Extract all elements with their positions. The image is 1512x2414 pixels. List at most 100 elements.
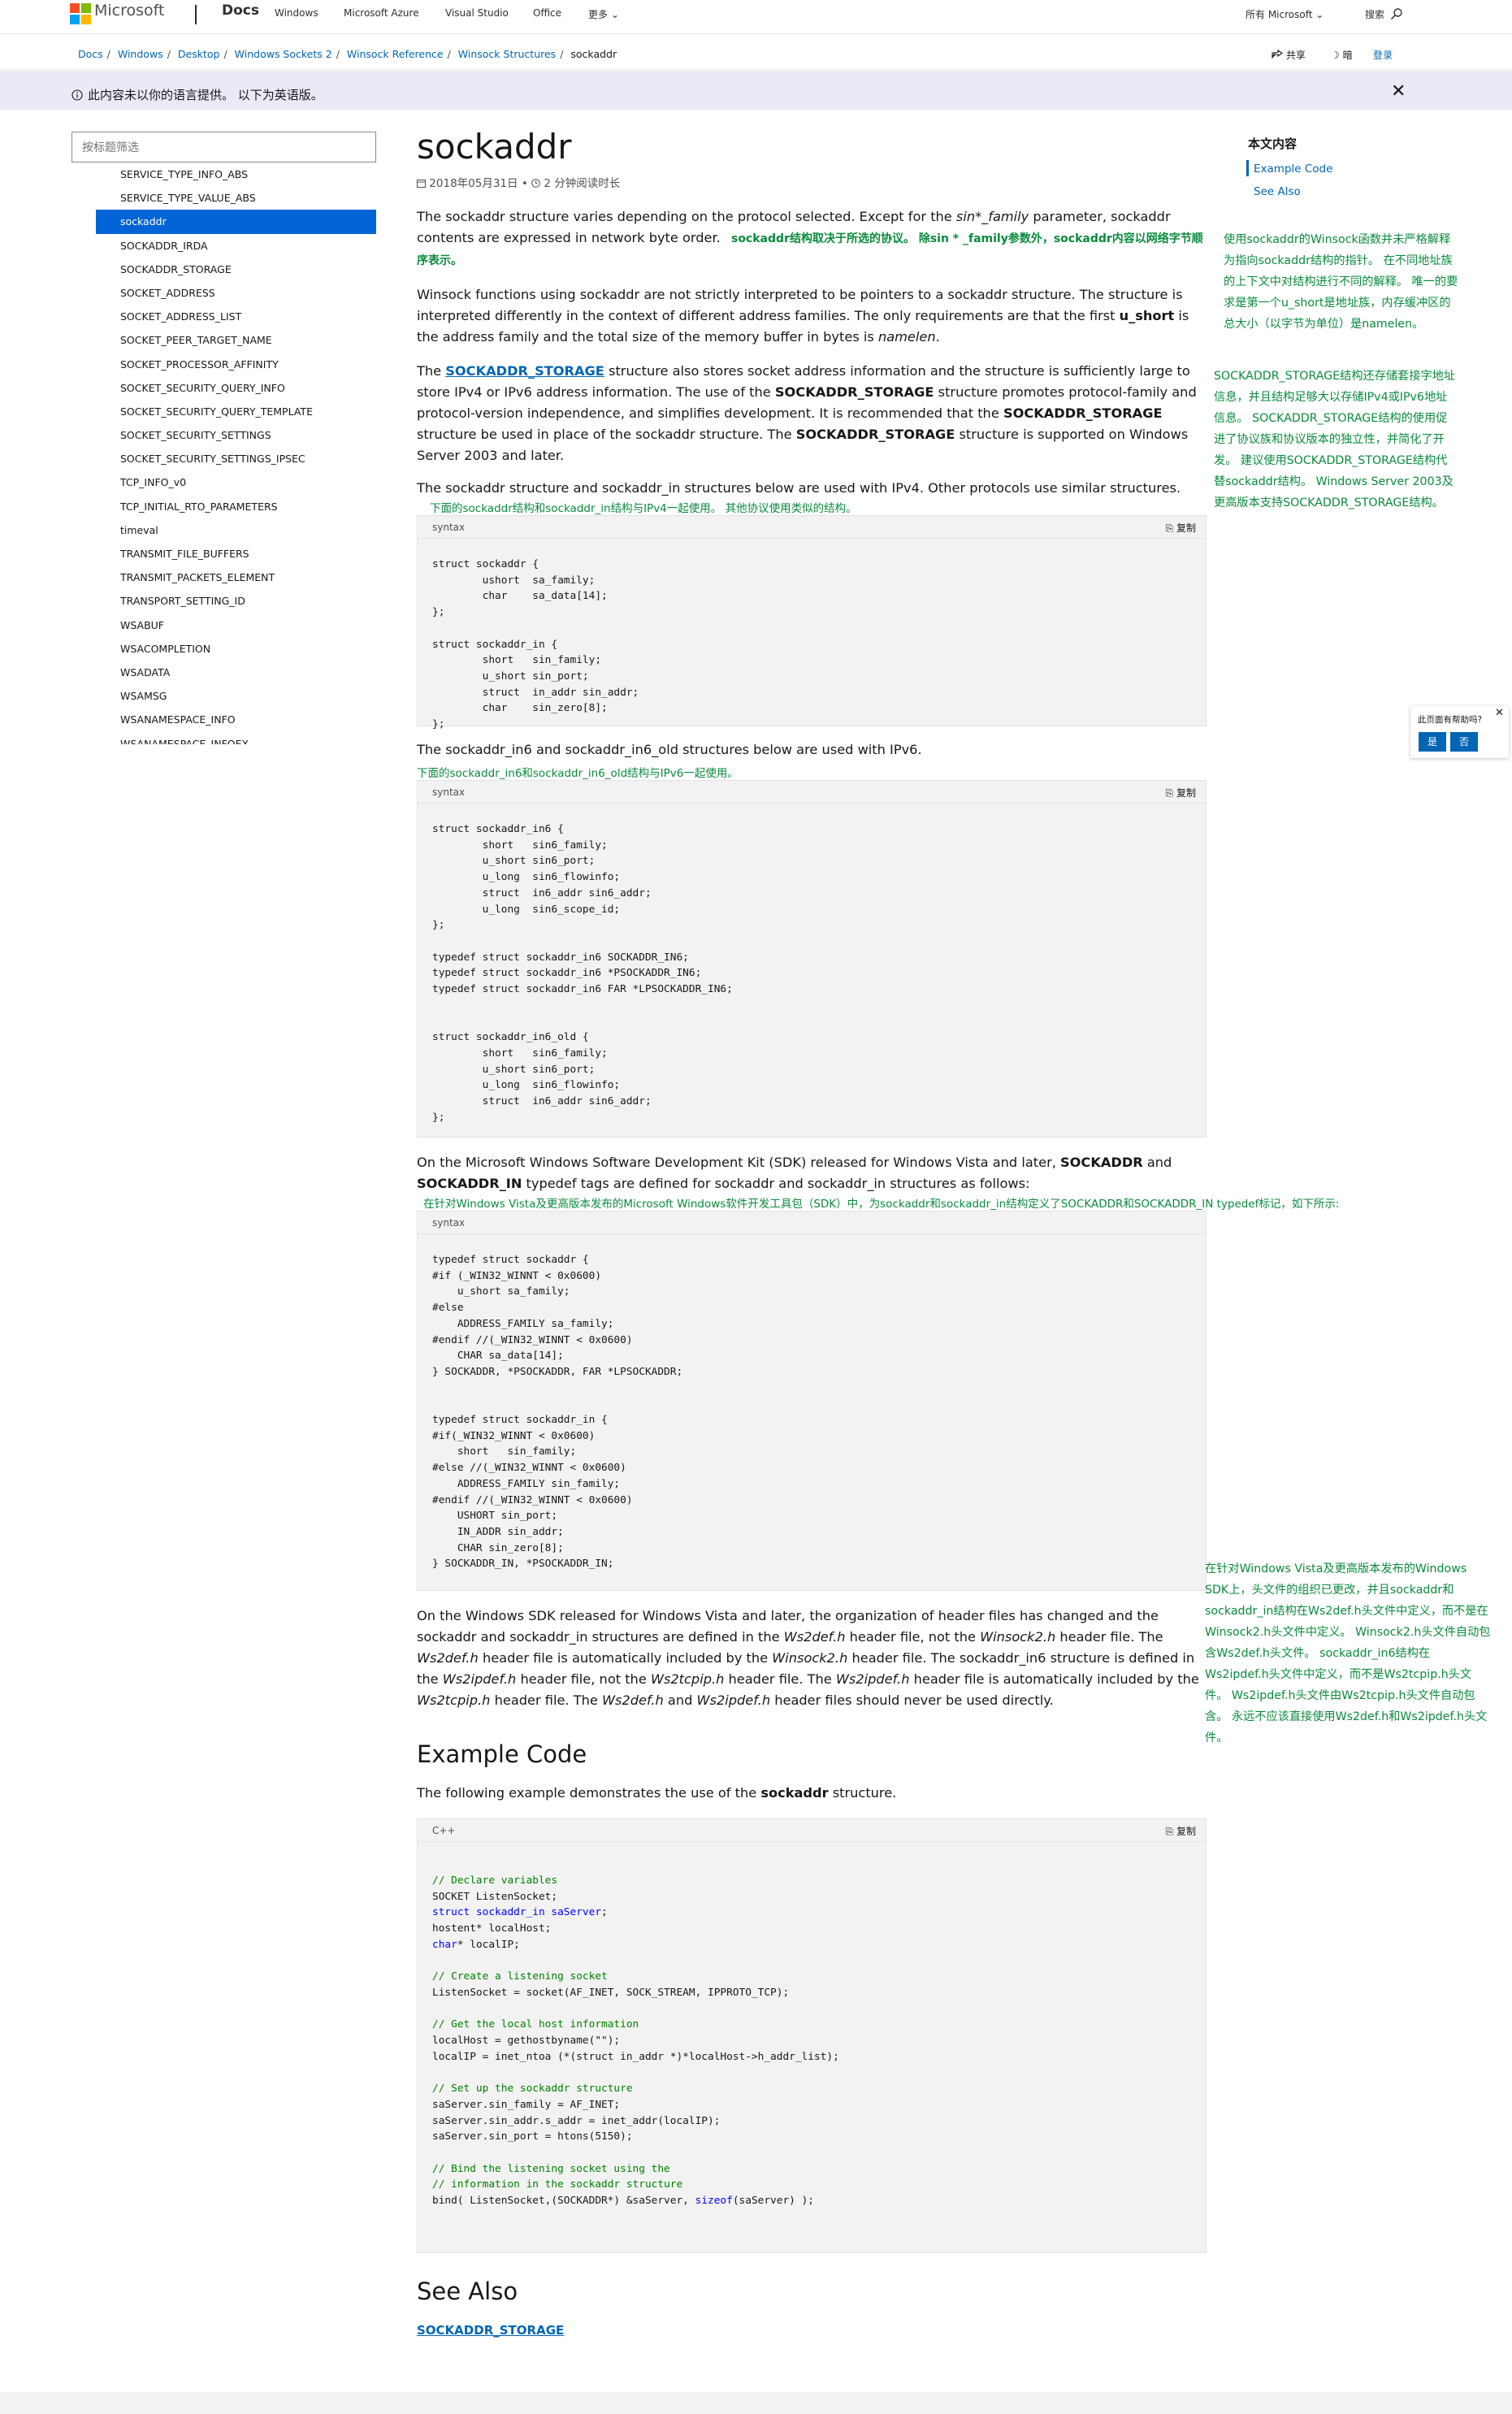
code-token: bind( ListenSocket,(SOCKADDR*) &saServer… — [432, 2195, 695, 2208]
search-button[interactable]: 搜索 — [1365, 7, 1403, 21]
breadcrumb-winsock-reference[interactable]: Winsock Reference — [347, 48, 444, 60]
paragraph-7: On the Windows SDK released for Windows … — [417, 1606, 1207, 1711]
nav-office[interactable]: Office — [533, 7, 561, 19]
code-content: struct sockaddr { ushort sa_family; char… — [432, 558, 639, 731]
toc-item[interactable]: SOCKET_ADDRESS — [96, 281, 376, 305]
toc-item[interactable]: WSADATA — [96, 661, 376, 684]
p5-translation: 下面的sockaddr_in6和sockaddr_in6_old结构与IPv6一… — [417, 767, 739, 780]
feedback-yes-button[interactable]: 是 — [1419, 732, 1446, 752]
toc-item[interactable]: SOCKET_PROCESSOR_AFFINITY — [96, 353, 376, 376]
copy-button[interactable]: ⎘ 复制 — [1166, 521, 1196, 535]
code-token: SOCKET ListenSocket; — [432, 1890, 558, 1903]
code-header: syntax ⎘ 复制 — [418, 781, 1206, 804]
code-token: saServer.sin_addr.s_addr = inet_addr(loc… — [432, 2114, 721, 2127]
toc-item[interactable]: SOCKET_SECURITY_QUERY_TEMPLATE — [96, 400, 376, 423]
code-token: (saServer) ); — [732, 2195, 814, 2208]
copy-button[interactable]: ⎘ 复制 — [1166, 1824, 1196, 1838]
toc-item[interactable]: TRANSMIT_PACKETS_ELEMENT — [96, 566, 376, 589]
clock-icon — [531, 179, 540, 188]
feedback-close-icon[interactable]: ✕ — [1495, 707, 1504, 719]
read-time: 2 分钟阅读时长 — [544, 177, 621, 190]
p6-bold-2: SOCKADDR_IN — [417, 1176, 522, 1191]
breadcrumb-windows[interactable]: Windows — [118, 48, 163, 60]
toc-item[interactable]: timeval — [96, 518, 376, 542]
code-token: saServer.sin_port = htons(5150); — [432, 2130, 633, 2143]
code-block-4: C++ ⎘ 复制 // Declare variables SOCKET Lis… — [417, 1818, 1207, 2253]
p6-text-2: typedef tags are defined for sockaddr an… — [522, 1176, 1030, 1191]
toc-item[interactable]: SOCKET_SECURITY_SETTINGS_IPSEC — [96, 447, 376, 470]
theme-toggle[interactable]: ☽ 暗 — [1331, 48, 1353, 62]
toc-item[interactable]: SOCKET_SECURITY_QUERY_INFO — [96, 376, 376, 400]
copy-label: 复制 — [1176, 1826, 1196, 1837]
feedback-no-button[interactable]: 否 — [1450, 732, 1478, 752]
toc-item[interactable]: SOCKADDR_IRDA — [96, 234, 376, 258]
p2-text: Winsock functions using sockaddr are not… — [417, 287, 1183, 323]
toc-item[interactable]: WSACOMPLETION — [96, 637, 376, 661]
brand-name[interactable]: Microsoft — [94, 2, 164, 20]
toc-item[interactable]: TRANSPORT_SETTING_ID — [96, 589, 376, 613]
rail-link-see-also[interactable]: See Also — [1254, 185, 1301, 198]
code-language: syntax — [432, 787, 466, 798]
code-language: C++ — [432, 1825, 456, 1836]
toc-item[interactable]: SOCKADDR_STORAGE — [96, 258, 376, 281]
code-token: // information in the sockaddr structure — [432, 2178, 683, 2191]
header-divider — [195, 5, 197, 24]
p6-translation: 在针对Windows Vista及更高版本发布的Microsoft Window… — [423, 1198, 1340, 1211]
sign-in-link[interactable]: 登录 — [1373, 48, 1393, 62]
breadcrumb-desktop[interactable]: Desktop — [178, 48, 220, 60]
side-translation-2: SOCKADDR_STORAGE结构还存储套接字地址信息，并且结构足够大以存储I… — [1214, 370, 1456, 509]
toc-item[interactable]: SERVICE_TYPE_INFO_ABS — [96, 163, 376, 186]
sockaddr-storage-link[interactable]: SOCKADDR_STORAGE — [445, 363, 604, 379]
toc-item[interactable]: WSABUF — [96, 613, 376, 637]
close-icon[interactable]: ✕ — [1391, 81, 1406, 102]
p1-param: sin*_family — [955, 209, 1029, 224]
see-also-sockaddr-storage-link[interactable]: SOCKADDR_STORAGE — [417, 2323, 564, 2338]
rail-link-example-code[interactable]: Example Code — [1254, 163, 1332, 176]
breadcrumb-windows-sockets-2[interactable]: Windows Sockets 2 — [235, 48, 332, 60]
p2-italic: namelen — [877, 329, 936, 345]
nav-more[interactable]: 更多 ⌄ — [588, 7, 619, 21]
p7-t4: header file is automatically included by… — [478, 1650, 773, 1666]
nav-azure[interactable]: Microsoft Azure — [344, 7, 419, 19]
share-button[interactable]: 共享 — [1272, 48, 1306, 62]
toc-item[interactable]: SOCKET_ADDRESS_LIST — [96, 305, 376, 328]
toc-item[interactable]: TCP_INFO_v0 — [96, 470, 376, 494]
filter-input[interactable] — [71, 132, 376, 163]
code-header: C++ ⎘ 复制 — [418, 1819, 1206, 1842]
all-microsoft-menu[interactable]: 所有 Microsoft ⌄ — [1246, 7, 1324, 21]
copy-icon: ⎘ — [1165, 522, 1174, 534]
side-translation-1: 使用sockaddr的Winsock函数并未严格解释为指向sockaddr结构的… — [1224, 233, 1458, 331]
article-date: 2018年05月31日 — [429, 177, 518, 190]
toc-item[interactable]: WSANAMESPACE_INFOEX — [96, 732, 376, 745]
p2-text-3: . — [935, 329, 940, 345]
toc-item[interactable]: WSAMSG — [96, 684, 376, 708]
code-token: // Get the local host information — [432, 2018, 639, 2031]
rail-active-indicator — [1246, 160, 1249, 176]
toc-item[interactable]: TCP_INITIAL_RTO_PARAMETERS — [96, 495, 376, 518]
p6-text: On the Microsoft Windows Software Develo… — [417, 1155, 1061, 1170]
site-title[interactable]: Docs — [222, 2, 259, 19]
toc-item[interactable]: TRANSMIT_FILE_BUFFERS — [96, 542, 376, 566]
breadcrumb-winsock-structures[interactable]: Winsock Structures — [458, 48, 556, 60]
in-this-article-title: 本文内容 — [1248, 137, 1298, 151]
breadcrumb-docs[interactable]: Docs — [78, 48, 103, 60]
microsoft-logo-icon[interactable] — [70, 3, 91, 24]
toc-item[interactable]: WSANAMESPACE_INFO — [96, 708, 376, 731]
nav-visual-studio[interactable]: Visual Studio — [445, 7, 509, 19]
info-icon — [71, 89, 83, 101]
paragraph-4: The sockaddr structure and sockaddr_in s… — [417, 480, 1181, 496]
page-footer — [0, 2392, 1512, 2414]
p7-i3: Ws2def.h — [417, 1650, 479, 1666]
toc-item[interactable]: sockaddr — [96, 210, 376, 234]
p7-t11: header files should never be used direct… — [770, 1692, 1054, 1708]
share-icon — [1272, 49, 1283, 59]
p7-t3: header file. The — [1055, 1629, 1163, 1645]
toc-item[interactable]: SOCKET_SECURITY_SETTINGS — [96, 423, 376, 447]
nav-windows[interactable]: Windows — [275, 7, 318, 19]
toc-item[interactable]: SOCKET_PEER_TARGET_NAME — [96, 328, 376, 352]
code-token: localIP = inet_ntoa (*(struct in_addr *)… — [432, 2050, 839, 2063]
toc-item[interactable]: SERVICE_TYPE_VALUE_ABS — [96, 186, 376, 210]
copy-button[interactable]: ⎘ 复制 — [1166, 786, 1196, 800]
p7-t2: header file, not the — [845, 1629, 981, 1645]
p7-t7: header file. The — [724, 1671, 836, 1687]
